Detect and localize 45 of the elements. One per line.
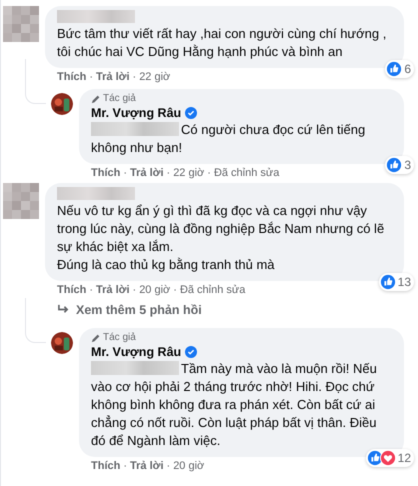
separator-dot: · [123,460,128,472]
reply-arrow-icon [57,304,70,315]
comment-text: Tầm này mà vào là muộn rồi! Nếu vào cơ hội phải 2 tháng trước nhờ! Hihi. Đọc chứ không bình không đưa ra phán xét. Còn bất cứ ai chẳng có nốt ruồi. Còn luật pháp bất vị thân. Điều đó để Ngành làm việc. [91,361,377,448]
comment-text: Đúng là cao thủ kg bằng tranh thủ mà [57,257,275,272]
pencil-icon [91,332,101,342]
action-link[interactable]: Trả lời [130,167,164,179]
reaction-summary[interactable]: 13 [378,273,414,291]
comment-text: Bức tâm thư viết rất hay ,hai con người cùng chí hướng , tôi chúc hai VC Dũng Hằng hạnh phúc và bình an [57,26,386,59]
separator-dot: · [207,167,211,179]
commenter-name[interactable]: Mr. Vượng Râu [91,345,182,359]
action-link[interactable]: Thích [91,167,120,179]
separator-dot: · [89,71,94,83]
separator-dot: · [166,460,170,472]
reaction-summary[interactable]: 6 [385,60,414,78]
action-link[interactable]: Thích [57,284,86,296]
separator-dot: · [132,71,136,83]
view-more-replies-link[interactable]: Xem thêm 5 phản hồi [57,302,202,316]
separator-dot: · [132,284,136,296]
separator-dot: · [166,167,170,179]
profile-avatar[interactable] [51,332,73,354]
pencil-icon [91,94,101,104]
action-link[interactable]: Thích [57,71,86,83]
thread-line [25,59,46,104]
author-label: Tác giả [103,332,136,343]
commenter-name[interactable]: Mr. Vượng Râu [91,106,182,120]
action-link[interactable]: Trả lời [96,71,130,83]
comment-meta: 22 giờ [139,71,170,83]
separator-dot: · [89,284,94,296]
separator-dot: · [123,167,128,179]
comment-meta: 20 giờ [173,460,204,472]
separator-dot: · [173,284,177,296]
comment-meta: 20 giờ [139,284,170,296]
action-link[interactable]: Thích [91,460,120,472]
reaction-summary[interactable]: 3 [385,156,414,174]
thread-line [25,298,46,343]
comment-text: Nếu vô tư kg ẩn ý gì thì đã kg đọc và ca ngợi như vậy trong lúc này, cùng là đồng nghiệp Bắc Nam nhưng có lẽ sự khác biệt xa lắm. [57,203,384,254]
action-link[interactable]: Trả lời [130,460,164,472]
reaction-summary[interactable]: 12 [366,449,414,467]
comment-meta: 22 giờ [173,167,204,179]
profile-avatar[interactable] [51,93,73,115]
comment-meta: Đã chỉnh sửa [180,284,246,296]
comment-meta: Đã chỉnh sửa [214,167,280,179]
comment-text: Có người chưa đọc cứ lên tiếng không như bạn! [91,122,366,155]
action-link[interactable]: Trả lời [96,284,130,296]
author-label: Tác giả [103,93,136,104]
